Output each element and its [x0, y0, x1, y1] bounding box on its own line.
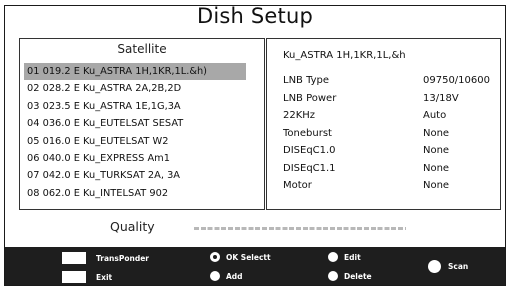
selected-satellite-name: Ku_ASTRA 1H,1KR,1L,&h — [283, 50, 406, 61]
color-dot-icon — [210, 271, 220, 281]
satellite-item[interactable]: 07 042.0 E Ku_TURKSAT 2A, 3A — [24, 167, 262, 184]
satellite-item[interactable]: 02 028.2 E Ku_ASTRA 2A,2B,2D — [24, 80, 262, 97]
ok-select-hint[interactable]: OK Selectt — [210, 252, 271, 262]
setting-value: 13/18V — [423, 92, 459, 104]
setting-value: None — [423, 180, 450, 191]
satellite-item[interactable]: 03 023.5 E Ku_ASTRA 1E,1G,3A — [24, 98, 262, 115]
setting-row-diseqc11[interactable]: DISEqC1.1 None — [283, 160, 493, 178]
exit-hint[interactable]: Exit — [62, 271, 112, 283]
transponder-label: TransPonder — [96, 253, 149, 263]
setting-row-motor[interactable]: Motor None — [283, 177, 493, 195]
setting-row-lnb-type[interactable]: LNB Type 09750/10600 — [283, 72, 493, 90]
setting-row-22khz[interactable]: 22KHz Auto — [283, 107, 493, 125]
delete-hint[interactable]: Delete — [328, 271, 372, 281]
setting-value: None — [423, 162, 450, 174]
setting-label: LNB Power — [283, 92, 337, 104]
lnb-settings: LNB Type 09750/10600 LNB Power 13/18V 22… — [283, 72, 493, 195]
setting-label: Toneburst — [283, 127, 332, 139]
add-label: Add — [226, 271, 243, 281]
quality-label: Quality — [110, 219, 155, 234]
footer-help-bar: TransPonder Exit OK Selectt Add Edit Del… — [5, 247, 505, 285]
transponder-hint[interactable]: TransPonder — [62, 252, 149, 264]
edit-label: Edit — [344, 252, 361, 262]
color-dot-icon — [328, 271, 338, 281]
color-dot-icon — [328, 252, 338, 262]
setting-row-diseqc10[interactable]: DISEqC1.0 None — [283, 142, 493, 160]
setting-label: 22KHz — [283, 110, 316, 121]
lnb-info-panel: Ku_ASTRA 1H,1KR,1L,&h LNB Type 09750/106… — [266, 38, 501, 210]
setting-value: None — [423, 127, 450, 139]
scan-hint[interactable]: Scan — [428, 260, 468, 273]
exit-label: Exit — [96, 272, 113, 282]
add-hint[interactable]: Add — [210, 271, 243, 281]
setting-value: Auto — [423, 110, 447, 121]
satellite-item[interactable]: 05 016.0 E Ku_EUTELSAT W2 — [24, 133, 262, 150]
satellite-panel: Satellite 01 019.2 E Ku_ASTRA 1H,1KR,1L.… — [19, 38, 277, 210]
setting-value: 09750/10600 — [423, 75, 490, 86]
satellite-item[interactable]: 08 062.0 E Ku_INTELSAT 902 — [24, 185, 262, 202]
setting-row-toneburst[interactable]: Toneburst None — [283, 125, 493, 143]
ok-button-icon — [210, 252, 220, 262]
ok-select-label: OK Selectt — [226, 252, 271, 262]
setting-label: DISEqC1.1 — [283, 162, 336, 174]
scan-label: Scan — [448, 262, 469, 271]
satellite-item[interactable]: 01 019.2 E Ku_ASTRA 1H,1KR,1L.&h) — [24, 63, 246, 81]
satellite-list: 01 019.2 E Ku_ASTRA 1H,1KR,1L.&h) 02 028… — [24, 63, 262, 202]
setting-label: LNB Type — [283, 75, 330, 86]
setting-value: None — [423, 145, 450, 156]
setting-row-lnb-power[interactable]: LNB Power 13/18V — [283, 90, 493, 108]
page-title: Dish Setup — [196, 4, 314, 28]
setting-label: Motor — [283, 180, 312, 191]
satellite-header: Satellite — [117, 42, 167, 56]
satellite-item[interactable]: 04 036.0 E Ku_EUTELSAT SESAT — [24, 115, 262, 132]
setting-label: DISEqC1.0 — [283, 145, 336, 156]
color-key-icon — [62, 271, 86, 283]
color-dot-icon — [428, 260, 441, 273]
delete-label: Delete — [344, 271, 372, 281]
color-key-icon — [62, 252, 86, 264]
satellite-item[interactable]: 06 040.0 E Ku_EXPRESS Am1 — [24, 150, 262, 167]
quality-meter — [194, 227, 406, 230]
edit-hint[interactable]: Edit — [328, 252, 361, 262]
